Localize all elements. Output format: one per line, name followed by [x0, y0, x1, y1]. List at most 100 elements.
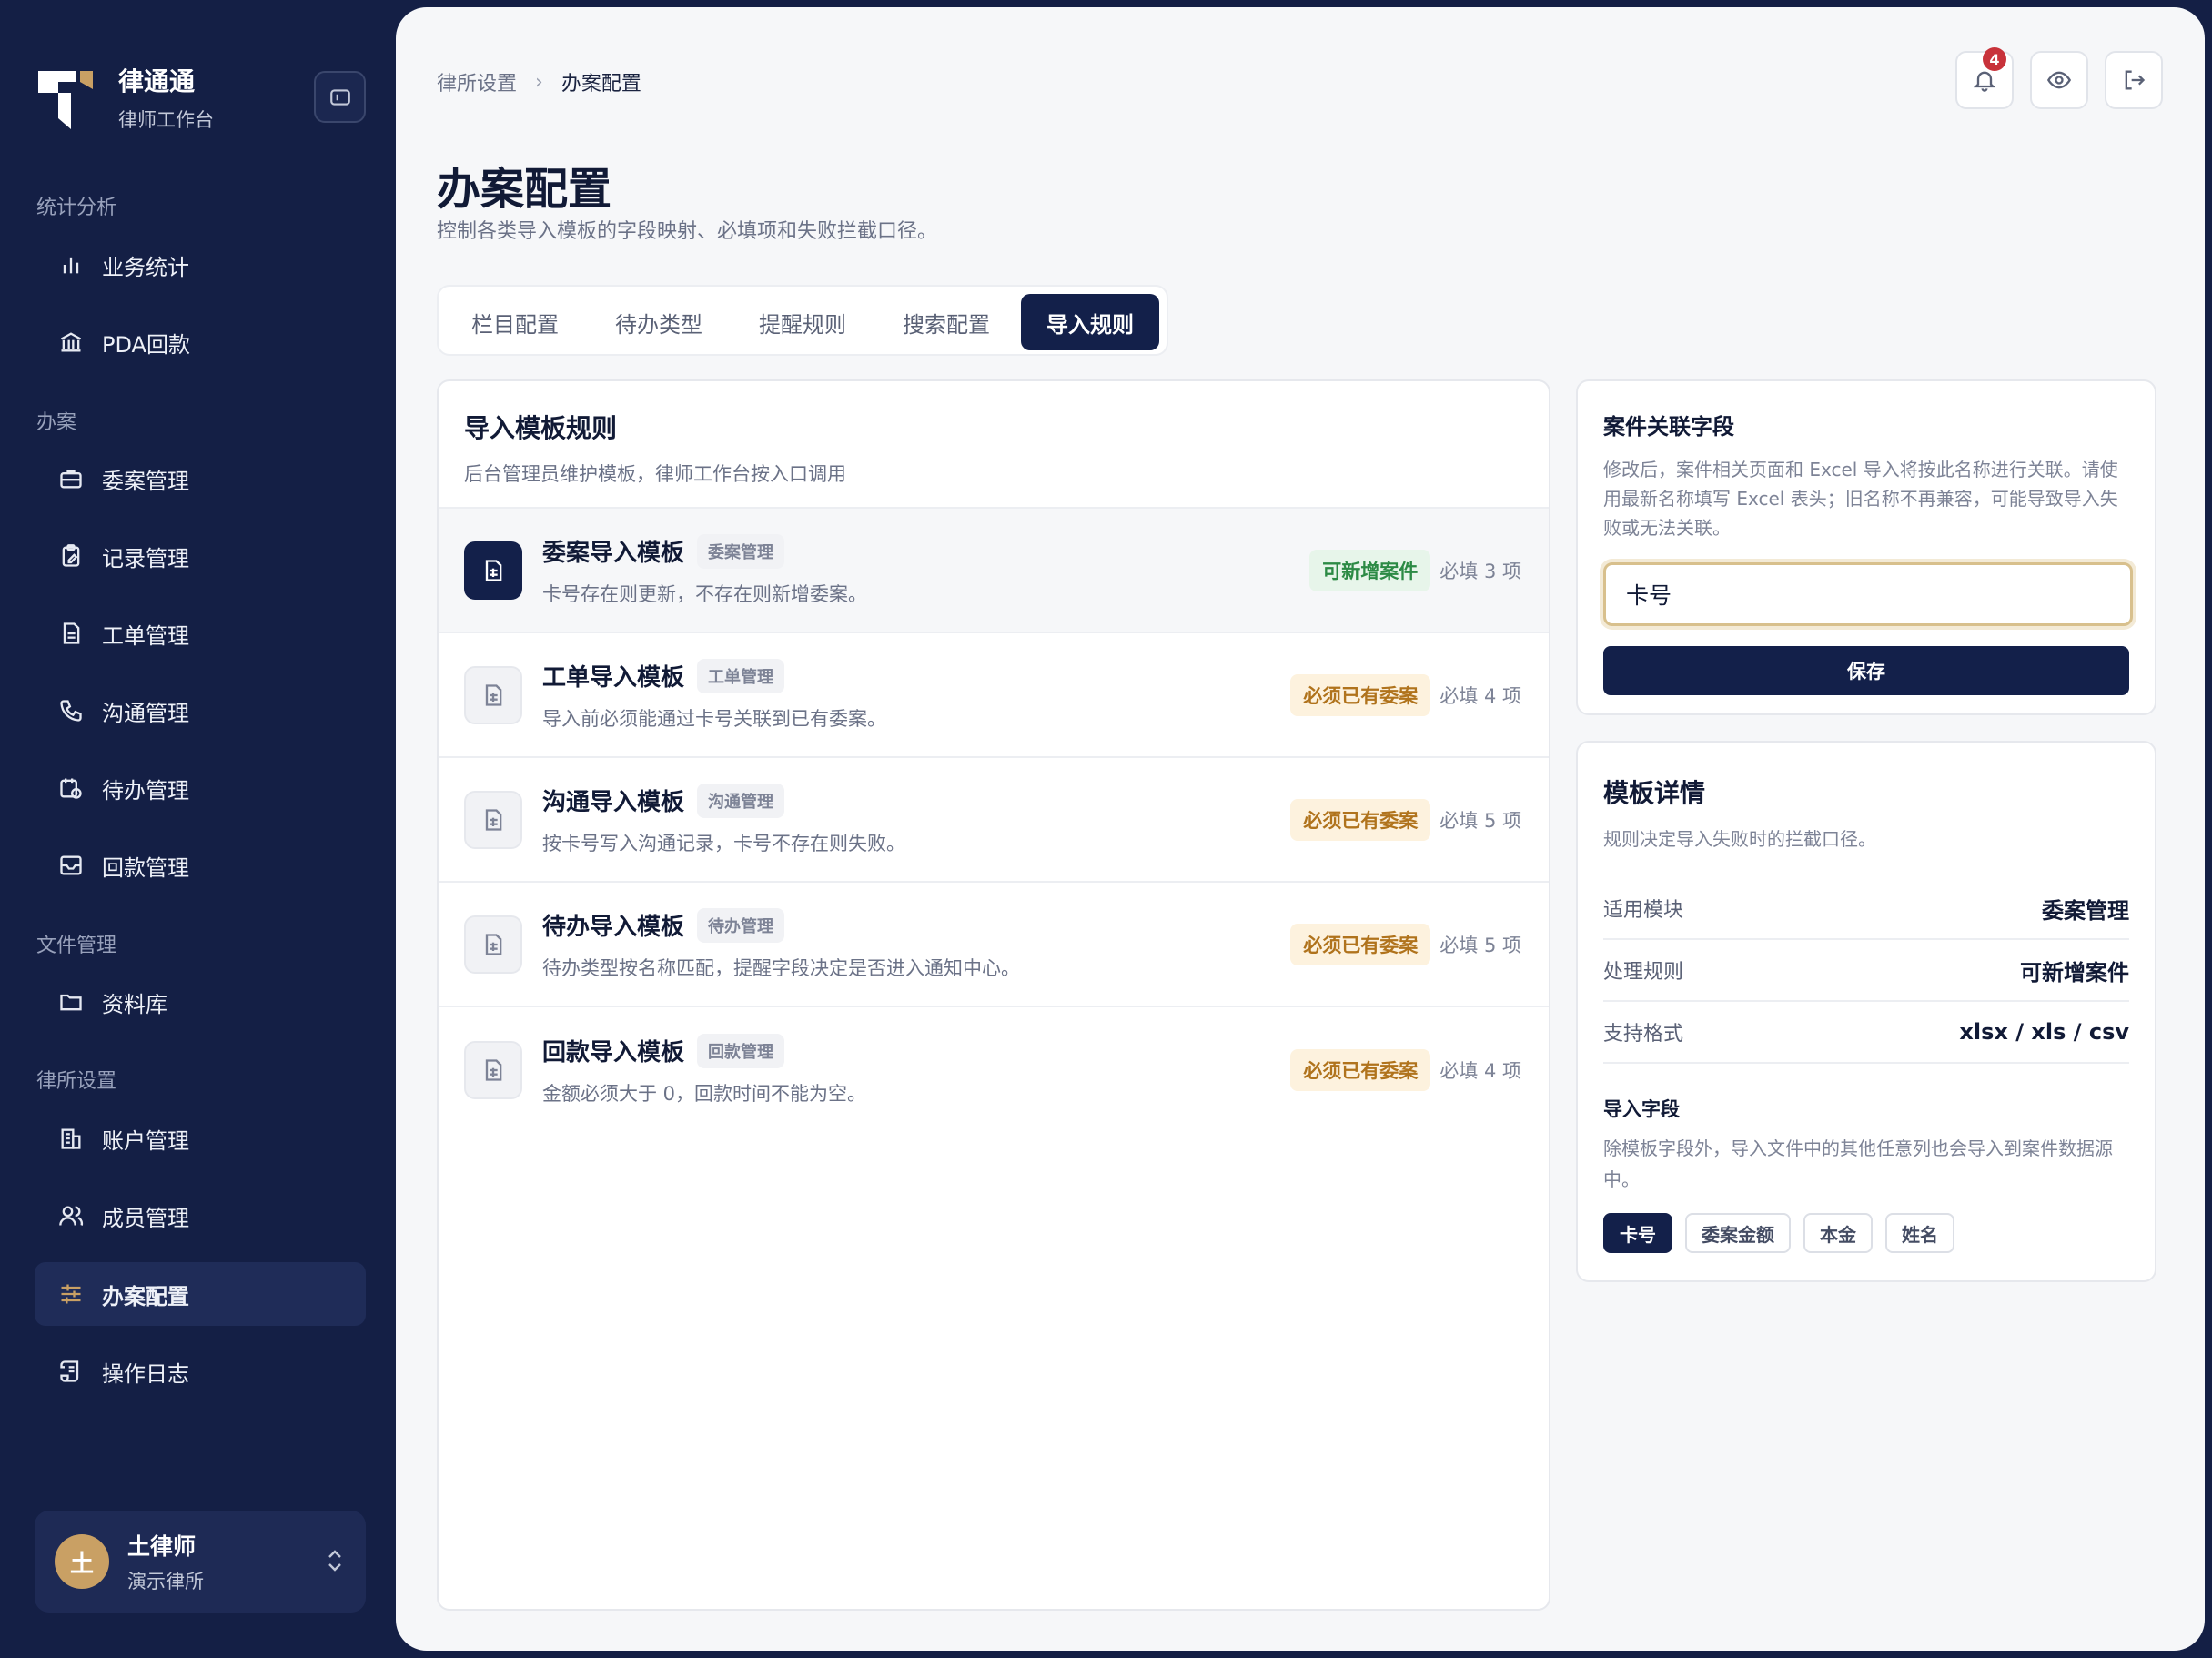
import-fields-description: 除模板字段外，导入文件中的其他任意列也会导入到案件数据源中。 — [1603, 1137, 2113, 1190]
rule-required-count: 必填 4 项 — [1439, 684, 1521, 707]
phone-icon — [56, 696, 86, 725]
sidebar-item-label: 沟通管理 — [102, 700, 189, 726]
brand-subtitle: 律师工作台 — [118, 109, 214, 131]
sidebar-item-operation-log[interactable]: 操作日志 — [35, 1340, 366, 1403]
sidebar-item-label: PDA回款 — [102, 331, 190, 358]
sidebar-item-library[interactable]: 资料库 — [35, 970, 366, 1034]
tab-reminder-rules[interactable]: 提醒规则 — [733, 294, 872, 350]
spreadsheet-icon — [464, 1040, 522, 1099]
rule-policy-tag: 必须已有委案 — [1290, 673, 1431, 716]
top-actions: 4 — [1955, 47, 2163, 109]
rule-row[interactable]: 委案导入模板 委案管理 卡号存在则更新，不存在则新增委案。 可新增案件 必填 3… — [439, 509, 1549, 633]
nav-section-cases: 办案 — [36, 411, 77, 434]
logout-button[interactable] — [2105, 51, 2163, 109]
rule-row[interactable]: 沟通导入模板 沟通管理 按卡号写入沟通记录，卡号不存在则失败。 必须已有委案 必… — [439, 758, 1549, 883]
sidebar: 律通通 律师工作台 统计分析 业务统计 PDA回款 办案 委案管理 记录管理 工… — [0, 0, 396, 1658]
breadcrumb: 律所设置 › 办案配置 — [437, 67, 641, 96]
detail-value: xlsx / xls / csv — [1959, 1019, 2129, 1045]
brand-name: 律通通 — [118, 66, 196, 96]
rule-required-count: 必填 4 项 — [1439, 1059, 1521, 1082]
building-icon — [56, 1124, 86, 1153]
sidebar-item-business-stats[interactable]: 业务统计 — [35, 233, 366, 297]
rule-description: 卡号存在则更新，不存在则新增委案。 — [542, 582, 867, 605]
user-card[interactable]: 土 土律师 演示律所 — [35, 1511, 366, 1613]
rule-row[interactable]: 待办导入模板 待办管理 待办类型按名称匹配，提醒字段决定是否进入通知中心。 必须… — [439, 883, 1549, 1007]
sidebar-item-label: 办案配置 — [102, 1283, 189, 1309]
sidebar-item-case-management[interactable]: 委案管理 — [35, 447, 366, 511]
rule-policy-tag: 必须已有委案 — [1290, 798, 1431, 841]
tab-search-config[interactable]: 搜索配置 — [877, 294, 1015, 350]
case-link-field-title: 案件关联字段 — [1603, 414, 1734, 440]
bank-icon — [56, 328, 86, 357]
breadcrumb-current: 办案配置 — [561, 73, 641, 96]
rule-description: 金额必须大于 0，回款时间不能为空。 — [542, 1082, 867, 1105]
sidebar-collapse-button[interactable] — [314, 71, 366, 123]
rule-row[interactable]: 回款导入模板 回款管理 金额必须大于 0，回款时间不能为空。 必须已有委案 必填… — [439, 1007, 1549, 1132]
sidebar-panel-icon — [329, 88, 350, 106]
sidebar-item-pda-payment[interactable]: PDA回款 — [35, 310, 366, 374]
sidebar-item-label: 记录管理 — [102, 545, 189, 571]
chevron-up-down-icon[interactable] — [324, 1545, 346, 1580]
sidebar-item-label: 回款管理 — [102, 854, 189, 881]
rule-name: 沟通导入模板 — [542, 789, 685, 816]
user-firm: 演示律所 — [127, 1571, 204, 1592]
rule-module-badge: 工单管理 — [697, 658, 785, 693]
field-chip-case-amount[interactable]: 委案金额 — [1685, 1213, 1791, 1253]
detail-row-module: 适用模块 委案管理 — [1603, 878, 2129, 940]
case-link-field-card: 案件关联字段 修改后，案件相关页面和 Excel 导入将按此名称进行关联。请使用… — [1576, 379, 2156, 715]
sliders-icon — [56, 1279, 86, 1309]
spreadsheet-icon — [464, 665, 522, 724]
tab-column-config[interactable]: 栏目配置 — [446, 294, 584, 350]
sidebar-item-case-config[interactable]: 办案配置 — [35, 1262, 366, 1326]
scroll-icon — [56, 1357, 86, 1386]
notification-badge: 4 — [1983, 47, 2006, 71]
sidebar-item-payment-management[interactable]: 回款管理 — [35, 834, 366, 897]
field-chip-name[interactable]: 姓名 — [1885, 1213, 1954, 1253]
import-field-chips: 卡号 委案金额 本金 姓名 — [1603, 1213, 2129, 1253]
sidebar-item-member-management[interactable]: 成员管理 — [35, 1184, 366, 1248]
brand[interactable]: 律通通 律师工作台 — [36, 62, 214, 133]
import-rules-card: 导入模板规则 后台管理员维护模板，律师工作台按入口调用 委案导入模板 委案管理 … — [437, 379, 1550, 1611]
import-fields-title: 导入字段 — [1603, 1098, 1680, 1120]
rule-description: 导入前必须能通过卡号关联到已有委案。 — [542, 707, 886, 730]
sidebar-item-communication-management[interactable]: 沟通管理 — [35, 679, 366, 743]
preview-button[interactable] — [2030, 51, 2088, 109]
clipboard-edit-icon — [56, 541, 86, 571]
calendar-clock-icon — [56, 773, 86, 803]
notification-button[interactable]: 4 — [1955, 47, 2014, 109]
rule-row[interactable]: 工单导入模板 工单管理 导入前必须能通过卡号关联到已有委案。 必须已有委案 必填… — [439, 633, 1549, 758]
rule-description: 按卡号写入沟通记录，卡号不存在则失败。 — [542, 832, 905, 854]
spreadsheet-icon — [464, 790, 522, 849]
save-button[interactable]: 保存 — [1603, 646, 2129, 695]
sidebar-item-account-management[interactable]: 账户管理 — [35, 1107, 366, 1170]
rule-policy-tag: 必须已有委案 — [1290, 923, 1431, 965]
detail-label: 支持格式 — [1603, 1023, 1684, 1046]
inbox-icon — [56, 851, 86, 880]
tab-import-rules[interactable]: 导入规则 — [1021, 294, 1159, 350]
field-chip-principal[interactable]: 本金 — [1803, 1213, 1873, 1253]
breadcrumb-parent[interactable]: 律所设置 — [437, 67, 517, 96]
detail-label: 适用模块 — [1603, 899, 1684, 922]
template-detail-subtitle: 规则决定导入失败时的拦截口径。 — [1603, 828, 1876, 850]
config-tabs: 栏目配置 待办类型 提醒规则 搜索配置 导入规则 — [437, 285, 1168, 356]
rule-description: 待办类型按名称匹配，提醒字段决定是否进入通知中心。 — [542, 956, 1020, 979]
import-rules-title: 导入模板规则 — [464, 413, 618, 443]
rule-name: 待办导入模板 — [542, 914, 685, 941]
page-title: 办案配置 — [437, 164, 612, 215]
sidebar-item-label: 账户管理 — [102, 1127, 189, 1154]
field-chip-card-number[interactable]: 卡号 — [1603, 1213, 1672, 1253]
case-link-field-description: 修改后，案件相关页面和 Excel 导入将按此名称进行关联。请使用最新名称填写 … — [1603, 459, 2118, 539]
bell-icon — [1973, 71, 1996, 92]
sidebar-item-label: 操作日志 — [102, 1360, 189, 1387]
rule-module-badge: 待办管理 — [697, 907, 785, 943]
case-link-field-input[interactable] — [1603, 562, 2133, 626]
user-name: 土律师 — [127, 1533, 197, 1560]
sidebar-item-record-management[interactable]: 记录管理 — [35, 524, 366, 588]
rule-policy-tag: 可新增案件 — [1309, 549, 1431, 591]
rule-name: 委案导入模板 — [542, 540, 685, 567]
tab-todo-types[interactable]: 待办类型 — [590, 294, 728, 350]
sidebar-item-workorder-management[interactable]: 工单管理 — [35, 602, 366, 665]
sidebar-item-label: 资料库 — [102, 991, 167, 1017]
import-rules-subtitle: 后台管理员维护模板，律师工作台按入口调用 — [464, 463, 846, 485]
sidebar-item-todo-management[interactable]: 待办管理 — [35, 756, 366, 820]
